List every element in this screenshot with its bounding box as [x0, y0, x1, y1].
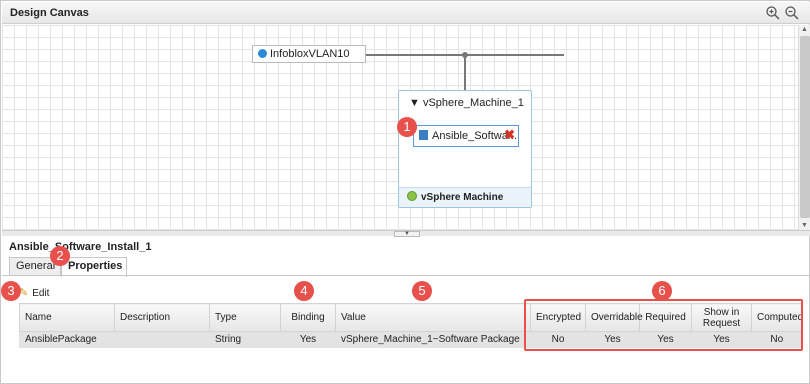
callout-badge-3: 3 — [1, 281, 21, 301]
network-node[interactable]: InfobloxVLAN10 — [252, 45, 366, 63]
machine-footer: vSphere Machine — [399, 187, 531, 207]
machine-footer-label: vSphere Machine — [421, 192, 504, 203]
column-header-name[interactable]: Name — [19, 303, 115, 332]
scrollbar-thumb[interactable] — [800, 36, 810, 218]
column-header-binding[interactable]: Binding — [280, 303, 336, 332]
tab-divider — [2, 275, 810, 276]
highlight-rectangle — [524, 299, 803, 351]
cell-value: vSphere_Machine_1~Software Package — [335, 331, 531, 348]
connection-line — [464, 55, 466, 91]
callout-badge-6: 6 — [652, 281, 672, 301]
scroll-up-icon[interactable]: ▲ — [801, 26, 808, 33]
cell-binding: Yes — [280, 331, 336, 348]
canvas-title: Design Canvas — [10, 7, 89, 19]
cell-type: String — [209, 331, 281, 348]
software-component-node[interactable]: Ansible_Softwar... ✖ — [413, 125, 519, 147]
vsphere-machine-icon — [407, 191, 417, 201]
network-label: InfobloxVLAN10 — [270, 48, 350, 60]
callout-badge-2: 2 — [50, 246, 70, 266]
zoom-out-icon[interactable] — [784, 5, 800, 21]
properties-toolbar: ✎ Edit — [19, 285, 49, 303]
edit-button[interactable]: ✎ Edit — [19, 287, 50, 299]
callout-badge-5: 5 — [412, 281, 432, 301]
cell-description — [114, 331, 210, 348]
cell-name: AnsiblePackage — [19, 331, 115, 348]
vsphere-machine-node[interactable]: ▼ vSphere_Machine_1 vSphere Machine — [398, 90, 532, 208]
callout-badge-1: 1 — [397, 117, 417, 137]
column-header-value[interactable]: Value — [335, 303, 531, 332]
design-canvas-panel: Design Canvas ▲ ▼ InfobloxVLAN10 ▼ vSphe… — [0, 0, 810, 384]
canvas-header: Design Canvas — [2, 2, 810, 24]
column-header-type[interactable]: Type — [209, 303, 281, 332]
selected-component-title: Ansible_Software_Install_1 — [9, 241, 152, 253]
remove-component-icon[interactable]: ✖ — [504, 126, 515, 145]
collapse-handle-icon[interactable]: ▼ — [394, 231, 420, 237]
tab-properties[interactable]: Properties — [61, 257, 127, 277]
globe-icon — [258, 49, 267, 58]
machine-title: ▼ vSphere_Machine_1 — [409, 97, 524, 109]
software-component-icon — [419, 130, 428, 140]
panel-splitter[interactable]: ▼ — [2, 230, 810, 237]
zoom-in-icon[interactable] — [765, 5, 781, 21]
column-header-description[interactable]: Description — [114, 303, 210, 332]
callout-badge-4: 4 — [294, 281, 314, 301]
canvas-vertical-scrollbar[interactable]: ▲ ▼ — [798, 25, 810, 230]
edit-label: Edit — [32, 288, 50, 299]
scroll-down-icon[interactable]: ▼ — [801, 222, 808, 229]
